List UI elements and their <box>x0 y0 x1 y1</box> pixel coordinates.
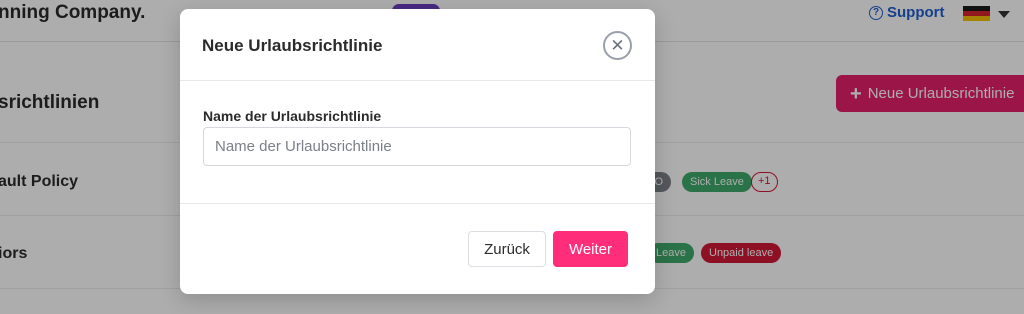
policy-name-label: Name der Urlaubsrichtlinie <box>203 108 382 124</box>
new-leave-policy-dialog: Neue Urlaubsrichtlinie ✕ Name der Urlaub… <box>180 9 655 294</box>
dialog-title: Neue Urlaubsrichtlinie <box>202 36 383 55</box>
policy-name-input[interactable] <box>203 127 631 166</box>
close-button[interactable]: ✕ <box>603 31 632 60</box>
back-button[interactable]: Zurück <box>468 231 546 267</box>
dialog-footer-divider <box>180 203 655 204</box>
close-icon: ✕ <box>610 36 625 55</box>
dialog-header: Neue Urlaubsrichtlinie ✕ <box>180 9 655 81</box>
next-button[interactable]: Weiter <box>553 231 628 267</box>
